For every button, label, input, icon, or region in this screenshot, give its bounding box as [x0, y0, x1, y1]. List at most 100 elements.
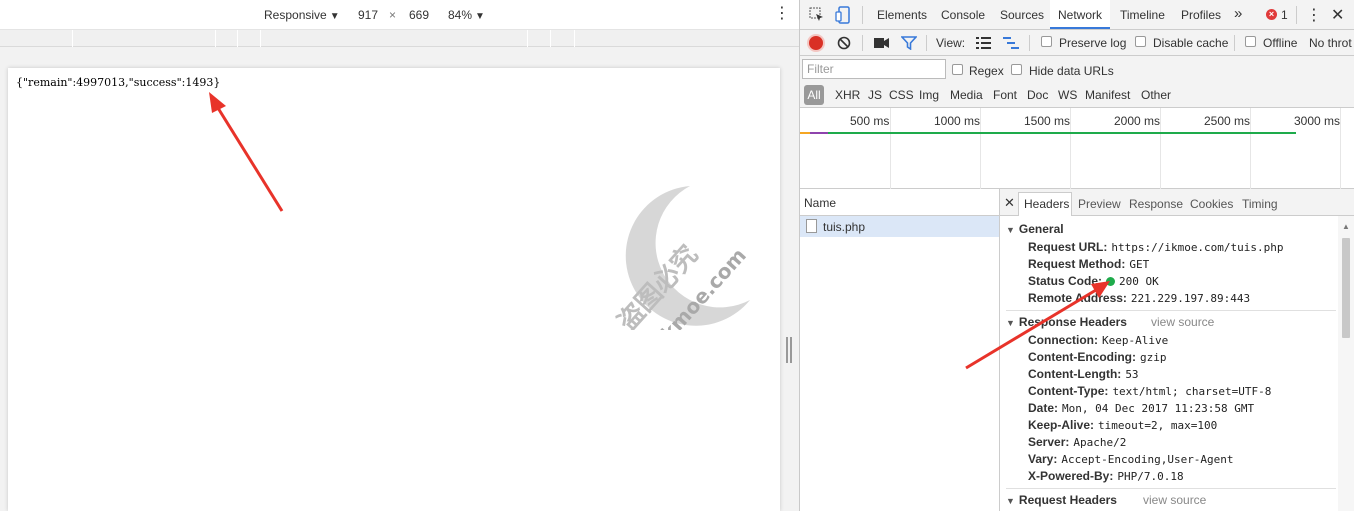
header-value: text/html; charset=UTF-8 [1112, 385, 1272, 398]
filter-icon[interactable] [901, 36, 917, 50]
close-devtools-icon[interactable]: ✕ [1331, 5, 1344, 25]
tab-timeline[interactable]: Timeline [1120, 8, 1165, 22]
header-value: gzip [1139, 351, 1167, 364]
width-input[interactable]: 917 [358, 8, 378, 22]
header-row: Keep-Alive: timeout=2, max=100 [1028, 418, 1217, 432]
detail-tabbar: ✕ Headers Preview Response Cookies Timin… [1000, 189, 1354, 216]
times-sign: × [389, 8, 397, 22]
hide-data-urls-label: Hide data URLs [1029, 64, 1114, 78]
viewport-resize-handle[interactable] [786, 337, 792, 363]
header-key: X-Powered-By: [1028, 469, 1114, 483]
filter-input[interactable] [802, 59, 946, 79]
caret-down-icon: ▼ [475, 11, 485, 22]
detail-tab-cookies[interactable]: Cookies [1190, 197, 1233, 211]
detail-tab-response[interactable]: Response [1129, 197, 1183, 211]
preserve-log-checkbox[interactable] [1041, 36, 1052, 47]
detail-tab-timing[interactable]: Timing [1242, 197, 1278, 211]
scroll-up-icon[interactable]: ▲ [1342, 222, 1350, 231]
header-value: Mon, 04 Dec 2017 11:23:58 GMT [1062, 402, 1255, 415]
network-overview-timeline[interactable]: 500 ms 1000 ms 1500 ms 2000 ms 2500 ms 3… [800, 108, 1354, 189]
request-headers-section-toggle[interactable]: ▼ Request Headers [1006, 493, 1117, 507]
tab-network[interactable]: Network [1058, 8, 1102, 22]
error-icon[interactable]: × [1266, 9, 1277, 20]
device-select[interactable]: Responsive ▼ [264, 8, 340, 22]
header-key: Request Method: [1028, 257, 1126, 271]
regex-label: Regex [969, 64, 1004, 78]
request-view-source-link[interactable]: view source [1143, 493, 1206, 507]
tab-console[interactable]: Console [941, 8, 985, 22]
view-label: View: [936, 36, 966, 50]
header-key: Vary: [1028, 452, 1058, 466]
media-query-ruler[interactable] [0, 30, 800, 47]
offline-label: Offline [1263, 36, 1298, 50]
type-filter-doc[interactable]: Doc [1027, 88, 1048, 102]
height-input[interactable]: 669 [409, 8, 429, 22]
header-key: Keep-Alive: [1028, 418, 1095, 432]
header-value: https://ikmoe.com/tuis.php [1111, 241, 1284, 254]
ruler-tick [72, 30, 73, 47]
hide-data-urls-checkbox[interactable] [1011, 64, 1022, 75]
caret-down-icon: ▼ [329, 11, 340, 22]
device-label: Responsive [264, 8, 327, 22]
header-key: Content-Length: [1028, 367, 1122, 381]
customize-menu-icon[interactable]: ⋮ [1306, 5, 1322, 25]
screen: Responsive ▼ 917 × 669 84% ▼ ⋮ {"remain":4… [0, 0, 1354, 511]
type-filter-all[interactable]: All [804, 85, 824, 105]
header-row: Content-Type: text/html; charset=UTF-8 [1028, 384, 1271, 398]
more-tabs-icon[interactable]: » [1234, 5, 1242, 22]
throttling-select[interactable]: No throt [1309, 36, 1352, 50]
zoom-select[interactable]: 84% ▼ [448, 8, 485, 22]
header-row: Date: Mon, 04 Dec 2017 11:23:58 GMT [1028, 401, 1254, 415]
record-icon[interactable] [809, 36, 823, 50]
toolbar-separator [1296, 6, 1297, 24]
header-value: 200 OK [1119, 275, 1159, 288]
type-filter-other[interactable]: Other [1141, 88, 1171, 102]
general-section-toggle[interactable]: ▼ General [1006, 222, 1064, 236]
type-filter-img[interactable]: Img [919, 88, 939, 102]
tab-profiles[interactable]: Profiles [1181, 8, 1221, 22]
type-filter-css[interactable]: CSS [889, 88, 914, 102]
type-filter-manifest[interactable]: Manifest [1085, 88, 1130, 102]
request-row[interactable]: tuis.php [800, 216, 999, 237]
offline-checkbox[interactable] [1245, 36, 1256, 47]
clear-icon[interactable] [837, 36, 851, 50]
header-key: Remote Address: [1028, 291, 1127, 305]
waterfall-overview-icon[interactable] [1003, 37, 1019, 49]
header-key: Date: [1028, 401, 1059, 415]
device-toolbar-icon[interactable] [835, 6, 851, 24]
tab-elements[interactable]: Elements [877, 8, 927, 22]
status-ok-icon [1106, 277, 1116, 286]
tab-sources[interactable]: Sources [1000, 8, 1044, 22]
timeline-gridline [1340, 108, 1341, 189]
header-key: Request URL: [1028, 240, 1108, 254]
ruler-tick [527, 30, 528, 47]
type-filter-ws[interactable]: WS [1058, 88, 1077, 102]
section-divider [1006, 310, 1336, 311]
timeline-bar-dns [810, 132, 828, 134]
scrollbar-thumb[interactable] [1342, 238, 1350, 338]
timeline-label: 2000 ms [1114, 114, 1161, 128]
response-headers-section-toggle[interactable]: ▼ Response Headers [1006, 315, 1127, 329]
type-filter-font[interactable]: Font [993, 88, 1017, 102]
detail-tab-headers[interactable]: Headers [1024, 197, 1069, 211]
more-options-icon[interactable]: ⋮ [774, 5, 790, 25]
timeline-label: 3000 ms [1294, 114, 1341, 128]
regex-checkbox[interactable] [952, 64, 963, 75]
detail-tab-preview[interactable]: Preview [1078, 197, 1121, 211]
type-filter-xhr[interactable]: XHR [835, 88, 860, 102]
timeline-label: 1500 ms [1024, 114, 1071, 128]
capture-screenshots-icon[interactable] [874, 37, 890, 49]
large-rows-icon[interactable] [976, 37, 991, 49]
headers-scrollbar[interactable]: ▲ [1338, 216, 1354, 511]
type-filter-media[interactable]: Media [950, 88, 983, 102]
name-column-header[interactable]: Name [800, 189, 999, 216]
type-filter-js[interactable]: JS [868, 88, 882, 102]
response-view-source-link[interactable]: view source [1151, 315, 1214, 329]
inspect-element-icon[interactable] [809, 7, 825, 23]
close-detail-icon[interactable]: ✕ [1004, 195, 1015, 211]
document-icon [806, 219, 817, 233]
ruler-tick [215, 30, 216, 47]
disable-cache-checkbox[interactable] [1135, 36, 1146, 47]
header-value: timeout=2, max=100 [1098, 419, 1218, 432]
ruler-tick [260, 30, 261, 47]
